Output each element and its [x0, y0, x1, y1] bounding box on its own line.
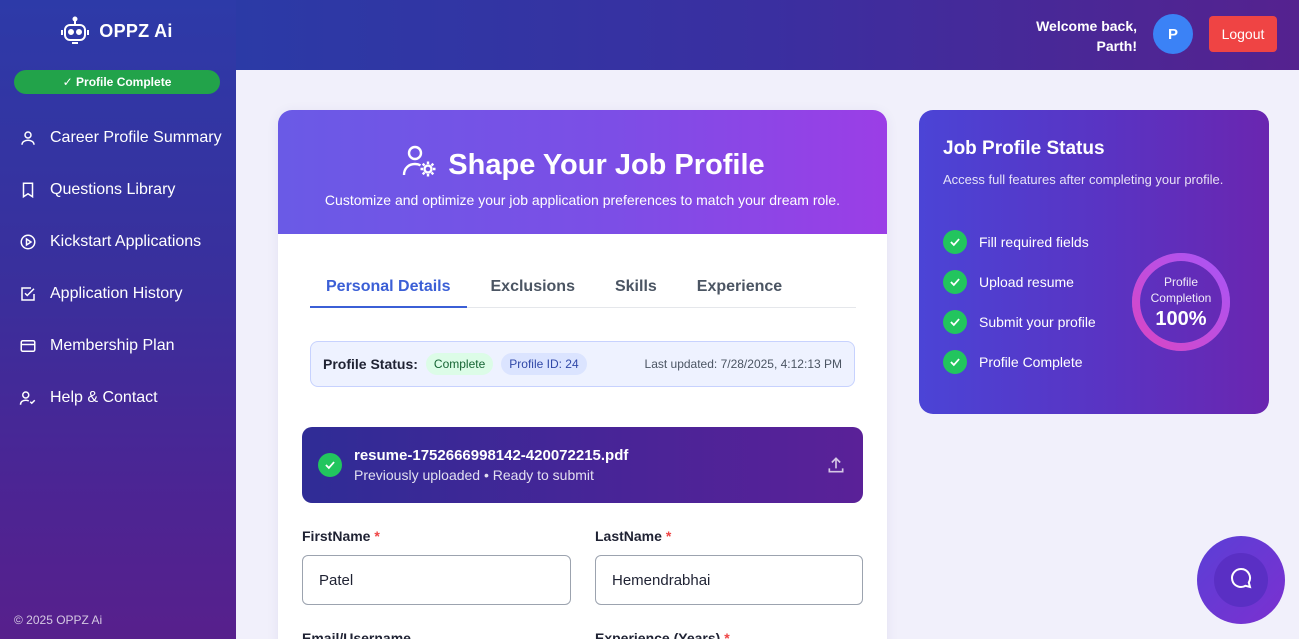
hero-subtitle: Customize and optimize your job applicat… — [324, 192, 841, 208]
status-badge: Complete — [425, 353, 494, 375]
status-checklist: Fill required fields Upload resume Submi… — [943, 222, 1096, 382]
profile-complete-badge: ✓ Profile Complete — [14, 70, 220, 94]
chat-widget-button[interactable] — [1197, 536, 1285, 624]
checklist-item-label: Submit your profile — [979, 314, 1096, 330]
check-square-icon — [18, 284, 38, 304]
required-marker: * — [374, 528, 380, 544]
last-name-label-text: LastName — [595, 528, 662, 544]
sidebar: OPPZ Ai ✓ Profile Complete Career Profil… — [0, 0, 236, 639]
upload-icon[interactable] — [825, 454, 847, 476]
sidebar-item-label: Questions Library — [50, 181, 176, 198]
resume-upload-card: resume-1752666998142-420072215.pdf Previ… — [302, 427, 863, 503]
sidebar-item-label: Application History — [50, 285, 183, 302]
user-check-icon — [18, 388, 38, 408]
job-profile-status-card: Job Profile Status Access full features … — [919, 110, 1269, 414]
status-card-subtitle: Access full features after completing yo… — [943, 172, 1224, 187]
checklist-item: Submit your profile — [943, 302, 1096, 342]
profile-id-badge: Profile ID: 24 — [501, 353, 587, 375]
ring-label-2: Completion — [1150, 290, 1212, 305]
welcome-message: Welcome back, Parth! — [1036, 16, 1137, 56]
avatar[interactable]: P — [1153, 14, 1193, 54]
last-updated-timestamp: Last updated: 7/28/2025, 4:12:13 PM — [644, 357, 842, 371]
user-icon — [18, 128, 38, 148]
required-marker: * — [665, 528, 672, 544]
first-name-input[interactable]: Patel — [302, 555, 571, 605]
user-settings-icon — [400, 142, 438, 188]
completion-ring-text: Profile Completion 100% — [1131, 252, 1231, 352]
check-circle-icon — [943, 310, 967, 334]
ring-label-1: Profile — [1163, 274, 1198, 289]
checklist-item-label: Fill required fields — [979, 234, 1089, 250]
resume-filename: resume-1752666998142-420072215.pdf — [354, 447, 629, 464]
play-circle-icon — [18, 232, 38, 252]
resume-status-text: Previously uploaded • Ready to submit — [354, 467, 594, 483]
checklist-item-label: Profile Complete — [979, 354, 1083, 370]
copyright: © 2025 OPPZ Ai — [14, 613, 103, 627]
first-name-label: FirstName * — [302, 528, 380, 544]
checklist-item: Fill required fields — [943, 222, 1096, 262]
profile-status-bar: Profile Status: Complete Profile ID: 24 … — [310, 341, 855, 387]
last-name-input[interactable]: Hemendrabhai — [595, 555, 863, 605]
sidebar-item-label: Kickstart Applications — [50, 233, 202, 250]
brand-name: OPPZ Ai — [99, 20, 173, 41]
logout-button[interactable]: Logout — [1209, 16, 1277, 52]
sidebar-item-membership-plan[interactable]: Membership Plan — [0, 320, 236, 372]
welcome-line-1: Welcome back, — [1036, 18, 1137, 34]
brand[interactable]: OPPZ Ai — [0, 0, 236, 62]
bookmark-icon — [18, 180, 38, 200]
email-label-text: Email/Username — [302, 630, 411, 639]
tab-personal-details[interactable]: Personal Details — [310, 270, 467, 308]
hero-title-text: Shape Your Job Profile — [448, 148, 765, 181]
chat-bubble-icon — [1229, 566, 1253, 595]
completion-percentage: 100% — [1155, 307, 1207, 330]
check-circle-icon — [943, 350, 967, 374]
experience-label: Experience (Years) * — [595, 630, 730, 639]
credit-card-icon — [18, 336, 38, 356]
tab-skills[interactable]: Skills — [599, 270, 673, 308]
check-circle-icon — [318, 453, 342, 477]
sidebar-item-help-contact[interactable]: Help & Contact — [0, 372, 236, 424]
sidebar-item-career-profile-summary[interactable]: Career Profile Summary — [0, 112, 236, 164]
required-marker: * — [724, 630, 730, 639]
sidebar-item-label: Membership Plan — [50, 337, 175, 354]
job-profile-card: Shape Your Job Profile Customize and opt… — [278, 110, 887, 639]
tab-exclusions[interactable]: Exclusions — [475, 270, 591, 308]
chat-button-inner[interactable] — [1214, 553, 1268, 607]
hero-banner: Shape Your Job Profile Customize and opt… — [278, 110, 887, 234]
top-header: Welcome back, Parth! P Logout — [236, 0, 1299, 70]
sidebar-item-label: Help & Contact — [50, 389, 158, 406]
checklist-item: Profile Complete — [943, 342, 1096, 382]
checklist-item: Upload resume — [943, 262, 1096, 302]
sidebar-item-label: Career Profile Summary — [50, 129, 222, 146]
sidebar-item-kickstart-applications[interactable]: Kickstart Applications — [0, 216, 236, 268]
profile-status-label: Profile Status: — [323, 356, 418, 372]
profile-tabs: Personal Details Exclusions Skills Exper… — [310, 270, 856, 308]
check-circle-icon — [943, 230, 967, 254]
tab-experience[interactable]: Experience — [681, 270, 798, 308]
experience-label-text: Experience (Years) — [595, 630, 721, 639]
first-name-label-text: FirstName — [302, 528, 371, 544]
status-card-title: Job Profile Status — [943, 138, 1105, 159]
email-label: Email/Username — [302, 630, 411, 639]
sidebar-nav: Career Profile Summary Questions Library… — [0, 112, 236, 424]
robot-logo-icon — [59, 15, 91, 47]
sidebar-item-questions-library[interactable]: Questions Library — [0, 164, 236, 216]
welcome-user-name: Parth! — [1096, 38, 1137, 54]
checklist-item-label: Upload resume — [979, 274, 1074, 290]
check-circle-icon — [943, 270, 967, 294]
last-name-label: LastName * — [595, 528, 671, 544]
sidebar-item-application-history[interactable]: Application History — [0, 268, 236, 320]
page-title: Shape Your Job Profile — [278, 142, 887, 188]
